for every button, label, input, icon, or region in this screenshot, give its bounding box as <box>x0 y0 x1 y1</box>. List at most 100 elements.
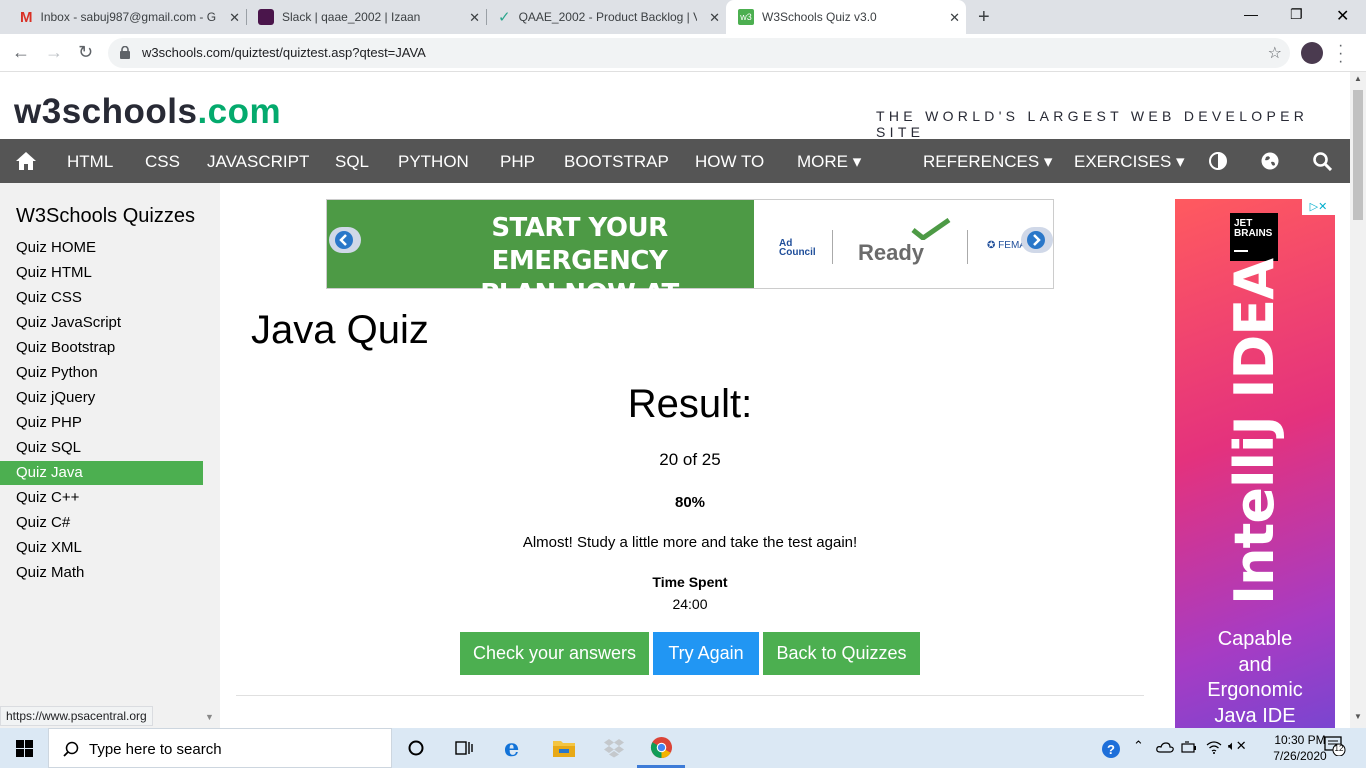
sidebar-item-quiz-javascript[interactable]: Quiz JavaScript <box>0 311 203 335</box>
sidebar-item-quiz-bootstrap[interactable]: Quiz Bootstrap <box>0 336 203 360</box>
minimize-button[interactable]: — <box>1244 6 1258 22</box>
sidebar-item-quiz-css[interactable]: Quiz CSS <box>0 286 203 310</box>
result-heading: Result: <box>627 382 753 426</box>
sidebar-item-quiz-html[interactable]: Quiz HTML <box>0 261 203 285</box>
sidebar-item-quiz-java[interactable]: Quiz Java <box>0 461 203 485</box>
back-arrow-icon[interactable]: ← <box>12 42 30 63</box>
sidebar-item-quiz-xml[interactable]: Quiz XML <box>0 536 203 560</box>
url-text: w3schools.com/quiztest/quiztest.asp?qtes… <box>142 45 426 60</box>
chevron-up-icon[interactable]: ⌃ <box>1133 738 1144 754</box>
sidebar-item-quiz-python[interactable]: Quiz Python <box>0 361 203 385</box>
tab-w3schools-quiz[interactable]: w3 W3Schools Quiz v3.0 ✕ <box>726 0 966 34</box>
dropbox-icon[interactable] <box>603 738 625 758</box>
search-icon <box>63 741 79 757</box>
profile-avatar[interactable] <box>1301 42 1323 64</box>
ready-logo: Ready <box>858 240 925 265</box>
nav-python[interactable]: PYTHON <box>398 152 469 172</box>
windows-start-icon[interactable] <box>16 740 33 757</box>
file-explorer-icon[interactable] <box>553 739 575 757</box>
new-tab-button[interactable]: + <box>978 6 990 29</box>
dark-mode-icon[interactable] <box>1209 152 1227 170</box>
bookmark-star-icon[interactable]: ☆ <box>1268 43 1282 63</box>
nav-css[interactable]: CSS <box>145 152 180 172</box>
score-text: 20 of 25 <box>659 450 721 469</box>
close-tab-icon[interactable]: ✕ <box>229 10 240 26</box>
notifications-icon[interactable]: 12 <box>1324 736 1346 756</box>
divider <box>236 695 1144 696</box>
nav-more[interactable]: MORE ▾ <box>797 152 861 172</box>
battery-icon[interactable] <box>1181 740 1197 754</box>
nav-exercises[interactable]: EXERCISES ▾ <box>1074 152 1185 172</box>
chrome-icon[interactable] <box>650 736 673 759</box>
w3schools-logo[interactable]: w3schools.com <box>14 92 281 132</box>
task-view-icon[interactable] <box>455 740 473 756</box>
sidebar-ad[interactable]: JET BRAINS IntelliJ IDEA Capable and Ergono… <box>1175 199 1335 728</box>
gmail-icon: M <box>20 8 33 26</box>
sidebar-item-quiz-csharp[interactable]: Quiz C# <box>0 511 203 535</box>
banner-ad[interactable]: START YOUR EMERGENCY PLAN NOW AT READY.GO… <box>326 199 1054 342</box>
nav-html[interactable]: HTML <box>67 152 113 172</box>
onedrive-icon[interactable] <box>1156 742 1174 753</box>
nav-bootstrap[interactable]: BOOTSTRAP <box>564 152 669 172</box>
page-scrollbar[interactable]: ▲ ▼ <box>1350 72 1366 728</box>
ad-product-name: IntelliJ IDEA <box>1223 259 1286 605</box>
sidebar-item-quiz-sql[interactable]: Quiz SQL <box>0 436 203 460</box>
ad-next-button[interactable] <box>1021 227 1053 253</box>
address-bar[interactable]: w3schools.com/quiztest/quiztest.asp?qtes… <box>108 38 1290 68</box>
sidebar-item-quiz-jquery[interactable]: Quiz jQuery <box>0 386 203 410</box>
tab-product-backlog[interactable]: ✓ QAAE_2002 - Product Backlog | V ✕ <box>486 0 726 34</box>
checkmark-icon: ✓ <box>498 9 511 26</box>
cortana-icon[interactable] <box>408 740 424 756</box>
sidebar-item-quiz-php[interactable]: Quiz PHP <box>0 411 203 435</box>
slack-icon <box>258 9 274 25</box>
close-tab-icon[interactable]: ✕ <box>949 10 960 26</box>
try-again-button[interactable]: Try Again <box>653 632 759 675</box>
nav-how-to[interactable]: HOW TO <box>695 152 764 172</box>
tab-slack[interactable]: Slack | qaae_2002 | Izaan ✕ <box>246 0 486 34</box>
time-spent-value: 24:00 <box>672 596 708 612</box>
nav-javascript[interactable]: JAVASCRIPT <box>207 152 309 172</box>
status-bar-url: https://www.psacentral.org <box>0 706 153 726</box>
help-icon[interactable]: ? <box>1102 740 1120 758</box>
search-icon[interactable] <box>1313 152 1332 171</box>
seal-icon: ✪ <box>987 240 996 251</box>
ad-prev-button[interactable] <box>329 227 361 253</box>
windows-taskbar: Type here to search e ? ⌃ 🔈︎✕ 10:30 PM 7/… <box>0 728 1366 768</box>
nav-php[interactable]: PHP <box>500 152 535 172</box>
sidebar-item-quiz-math[interactable]: Quiz Math <box>0 561 203 585</box>
scroll-down-icon[interactable]: ▼ <box>205 712 214 722</box>
chevron-left-icon <box>335 231 353 249</box>
home-icon[interactable] <box>15 151 37 171</box>
restore-button[interactable]: ❐ <box>1290 6 1303 23</box>
check-answers-button[interactable]: Check your answers <box>460 632 649 675</box>
w3schools-icon: w3 <box>738 9 754 25</box>
close-tab-icon[interactable]: ✕ <box>469 10 480 26</box>
site-tagline: THE WORLD'S LARGEST WEB DEVELOPER SITE <box>876 108 1309 140</box>
edge-icon[interactable]: e <box>504 733 519 762</box>
globe-icon[interactable] <box>1261 152 1279 170</box>
ad-headline: START YOUR EMERGENCY PLAN NOW AT READY.GO… <box>480 213 679 342</box>
back-to-quizzes-button[interactable]: Back to Quizzes <box>763 632 920 675</box>
ad-council-logo: Ad Council <box>779 238 816 258</box>
page-title: Java Quiz <box>251 308 429 352</box>
scrollbar-thumb[interactable] <box>1353 90 1363 220</box>
close-window-button[interactable]: ✕ <box>1336 6 1349 26</box>
ad-green-panel: START YOUR EMERGENCY PLAN NOW AT READY.GO… <box>327 200 754 342</box>
reload-icon[interactable]: ↻ <box>78 42 93 63</box>
volume-muted-icon[interactable]: 🔈︎✕ <box>1228 738 1247 754</box>
sidebar-item-quiz-cpp[interactable]: Quiz C++ <box>0 486 203 510</box>
nav-sql[interactable]: SQL <box>335 152 369 172</box>
close-tab-icon[interactable]: ✕ <box>709 10 720 26</box>
adchoices-icon[interactable]: ▷✕ <box>1302 199 1335 215</box>
browser-menu-icon[interactable]: · · · <box>1338 38 1343 70</box>
taskbar-search-box[interactable]: Type here to search <box>48 728 392 768</box>
forward-arrow-icon[interactable]: → <box>45 42 63 63</box>
system-clock[interactable]: 10:30 PM 7/26/2020 <box>1268 732 1332 764</box>
wifi-icon[interactable] <box>1206 740 1222 754</box>
score-percent: 80% <box>674 494 706 511</box>
browser-toolbar: ← → ↻ w3schools.com/quiztest/quiztest.as… <box>0 34 1366 72</box>
sidebar-item-quiz-home[interactable]: Quiz HOME <box>0 236 203 260</box>
lock-icon <box>120 46 130 59</box>
nav-references[interactable]: REFERENCES ▾ <box>923 152 1052 172</box>
tab-gmail[interactable]: M Inbox - sabuj987@gmail.com - G ✕ <box>8 0 246 34</box>
